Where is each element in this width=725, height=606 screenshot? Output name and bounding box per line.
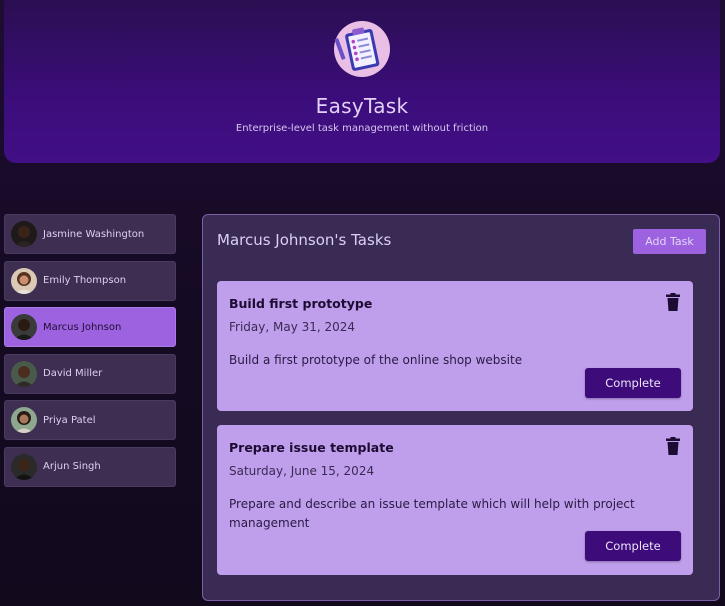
task-title: Build first prototype	[229, 296, 373, 311]
user-name: Emily Thompson	[43, 275, 127, 286]
user-item-marcus-johnson[interactable]: Marcus Johnson	[4, 307, 176, 347]
avatar	[11, 453, 37, 480]
user-name: Marcus Johnson	[43, 321, 122, 333]
avatar	[11, 360, 37, 387]
complete-button[interactable]: Complete	[585, 531, 681, 561]
task-card: Prepare issue template Saturday, June 15…	[217, 425, 693, 575]
user-name: Priya Patel	[43, 414, 96, 426]
app-subtitle: Enterprise-level task management without…	[235, 123, 489, 134]
user-item-emily-thompson[interactable]: Emily Thompson	[4, 260, 176, 301]
task-card: Build first prototype Friday, May 31, 20…	[217, 281, 693, 411]
user-item-priya-patel[interactable]: Priya Patel	[4, 400, 176, 440]
trash-icon[interactable]	[665, 293, 681, 311]
tasks-panel: Marcus Johnson's Tasks Add Task Build fi…	[202, 214, 720, 601]
user-name: Jasmine Washington	[43, 228, 145, 240]
task-description: Prepare and describe an issue template w…	[229, 497, 635, 530]
user-item-david-miller[interactable]: David Miller	[4, 353, 176, 394]
avatar	[11, 407, 37, 433]
avatar	[11, 267, 37, 294]
avatar	[11, 314, 37, 340]
user-name: Arjun Singh	[43, 461, 101, 472]
complete-button[interactable]: Complete	[585, 368, 681, 398]
user-name: David Miller	[43, 368, 103, 379]
task-title: Prepare issue template	[229, 440, 394, 455]
avatar	[11, 221, 37, 247]
user-item-arjun-singh[interactable]: Arjun Singh	[4, 446, 176, 487]
user-item-jasmine-washington[interactable]: Jasmine Washington	[4, 214, 176, 254]
app-title: EasyTask	[315, 94, 409, 118]
task-date: Friday, May 31, 2024	[229, 320, 356, 334]
app-header: EasyTask Enterprise-level task managemen…	[4, 0, 720, 163]
tasks-title: Marcus Johnson's Tasks	[217, 231, 392, 249]
task-date: Saturday, June 15, 2024	[229, 464, 375, 478]
user-list: Jasmine Washington Emily Thompson Marcus…	[4, 214, 176, 493]
task-clipboard-icon	[334, 21, 390, 77]
add-task-button[interactable]: Add Task	[633, 229, 706, 254]
trash-icon[interactable]	[665, 437, 681, 455]
